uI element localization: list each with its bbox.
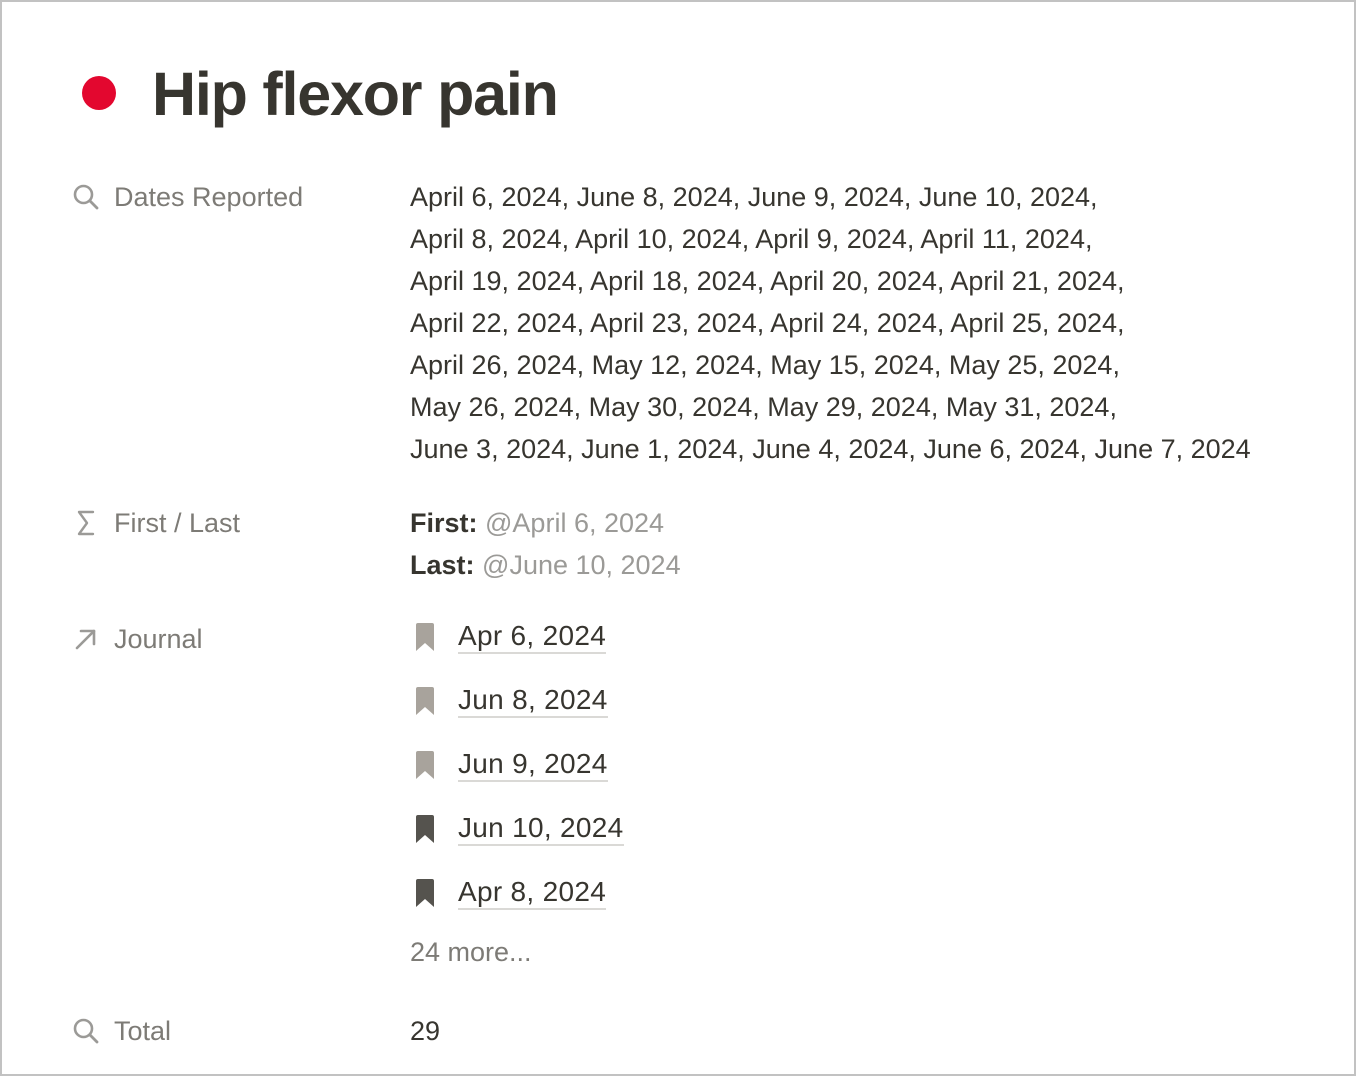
- search-icon: [70, 1010, 102, 1052]
- property-label-first-last[interactable]: First / Last: [70, 502, 410, 586]
- dates-line: April 6, 2024, June 8, 2024, June 9, 202…: [410, 182, 1098, 212]
- dates-line: April 8, 2024, April 10, 2024, April 9, …: [410, 224, 1093, 254]
- first-line: First: @April 6, 2024: [410, 502, 681, 544]
- page-header: Hip flexor pain: [82, 58, 559, 130]
- last-line: Last: @June 10, 2024: [410, 544, 681, 586]
- last-label: Last:: [410, 550, 475, 580]
- arrow-up-right-icon: [70, 618, 102, 660]
- journal-link[interactable]: Jun 10, 2024: [458, 812, 624, 846]
- dates-line: April 22, 2024, April 23, 2024, April 24…: [410, 308, 1125, 338]
- property-total: Total 29: [70, 1010, 440, 1052]
- property-label-text: Dates Reported: [114, 182, 304, 212]
- journal-item[interactable]: Apr 8, 2024: [410, 861, 624, 925]
- dates-reported-value[interactable]: April 6, 2024, June 8, 2024, June 9, 202…: [410, 176, 1330, 470]
- property-label-text: Journal: [114, 624, 203, 654]
- bookmark-icon: [416, 623, 434, 651]
- journal-item[interactable]: Jun 9, 2024: [410, 733, 624, 797]
- bookmark-icon: [416, 687, 434, 715]
- status-dot-icon[interactable]: [82, 76, 116, 110]
- show-more-link[interactable]: 24 more...: [410, 931, 624, 973]
- total-value[interactable]: 29: [410, 1010, 440, 1052]
- bookmark-icon: [416, 815, 434, 843]
- dates-line: April 26, 2024, May 12, 2024, May 15, 20…: [410, 350, 1120, 380]
- property-label-journal[interactable]: Journal: [70, 618, 410, 973]
- journal-item[interactable]: Apr 6, 2024: [410, 605, 624, 669]
- page-frame: Hip flexor pain Dates Reported April 6, …: [0, 0, 1356, 1076]
- property-label-total[interactable]: Total: [70, 1010, 410, 1052]
- property-label-text: First / Last: [114, 508, 241, 538]
- search-icon: [70, 176, 102, 218]
- dates-line: April 19, 2024, April 18, 2024, April 20…: [410, 266, 1125, 296]
- first-date-mention[interactable]: @April 6, 2024: [485, 508, 664, 538]
- journal-link[interactable]: Jun 8, 2024: [458, 684, 608, 718]
- journal-link[interactable]: Apr 6, 2024: [458, 620, 607, 654]
- first-last-value[interactable]: First: @April 6, 2024 Last: @June 10, 20…: [410, 502, 681, 586]
- property-label-dates-reported[interactable]: Dates Reported: [70, 176, 410, 470]
- first-label: First:: [410, 508, 478, 538]
- bookmark-shape: [416, 751, 434, 779]
- dates-line: May 26, 2024, May 30, 2024, May 29, 2024…: [410, 392, 1117, 422]
- bookmark-icon: [416, 879, 434, 907]
- property-first-last: First / Last First: @April 6, 2024 Last:…: [70, 502, 681, 586]
- journal-link[interactable]: Apr 8, 2024: [458, 876, 607, 910]
- bookmark-shape: [416, 687, 434, 715]
- bookmark-shape: [416, 815, 434, 843]
- bookmark-icon: [416, 751, 434, 779]
- journal-relations: Apr 6, 2024 Jun 8, 2024 Jun 9, 2024 Jun …: [410, 605, 624, 973]
- bookmark-shape: [416, 623, 434, 651]
- journal-link[interactable]: Jun 9, 2024: [458, 748, 608, 782]
- property-journal: Journal Apr 6, 2024 Jun 8, 2024 Jun 9, 2…: [70, 618, 624, 973]
- journal-item[interactable]: Jun 8, 2024: [410, 669, 624, 733]
- last-date-mention[interactable]: @June 10, 2024: [482, 550, 681, 580]
- property-dates-reported: Dates Reported April 6, 2024, June 8, 20…: [70, 176, 1330, 470]
- dates-line: June 3, 2024, June 1, 2024, June 4, 2024…: [410, 434, 1251, 464]
- bookmark-shape: [416, 879, 434, 907]
- journal-item[interactable]: Jun 10, 2024: [410, 797, 624, 861]
- sigma-icon: [70, 502, 102, 544]
- page-title[interactable]: Hip flexor pain: [152, 58, 559, 130]
- property-label-text: Total: [114, 1016, 172, 1046]
